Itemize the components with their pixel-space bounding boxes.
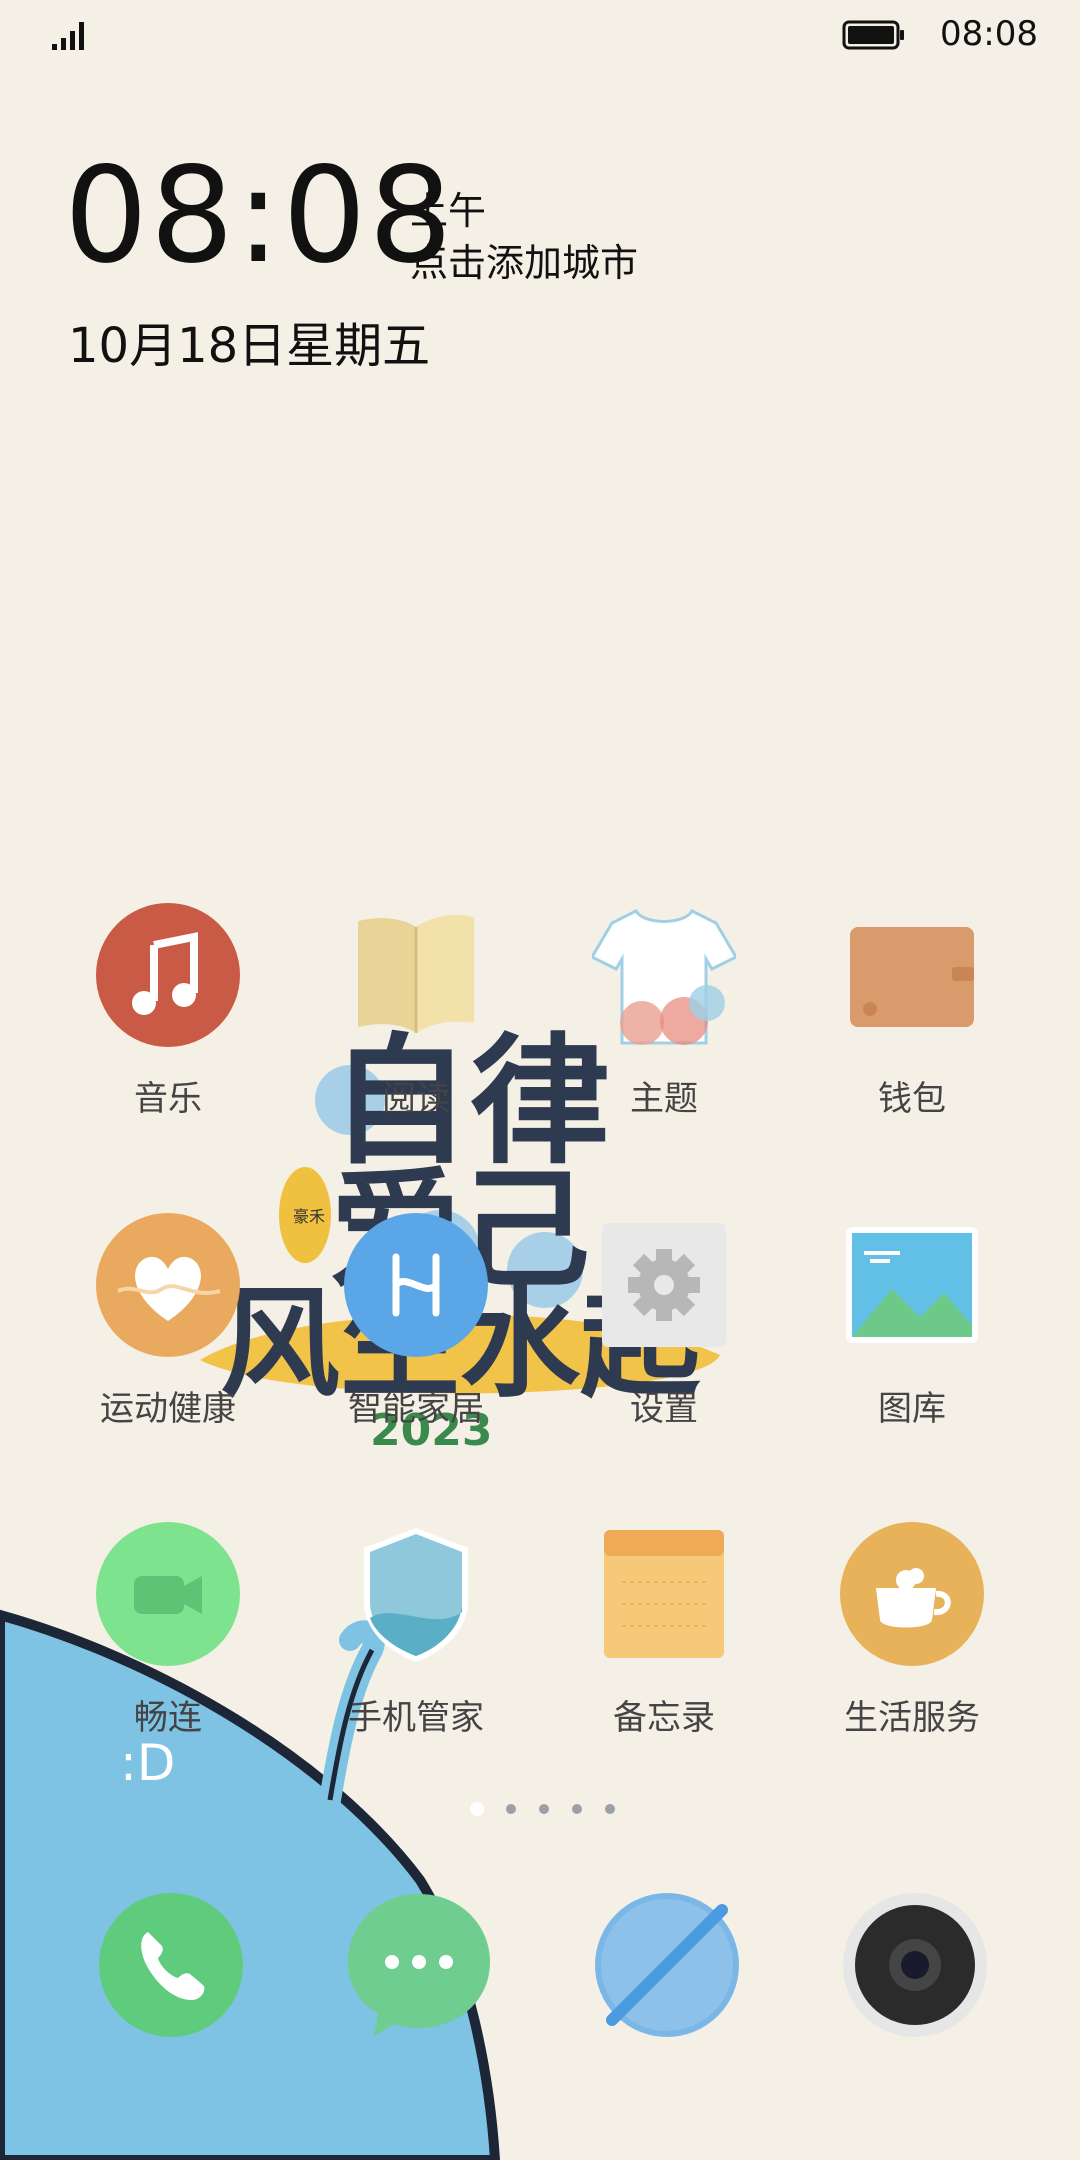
status-time: 08:08: [940, 14, 1038, 54]
app-settings[interactable]: 设置: [554, 1213, 774, 1429]
app-label: 运动健康: [100, 1389, 236, 1429]
app-label: 钱包: [878, 1079, 946, 1119]
svg-text::D: :D: [120, 1734, 175, 1792]
app-label: 设置: [630, 1389, 698, 1429]
app-label: 生活服务: [844, 1698, 980, 1738]
add-city-link[interactable]: 点击添加城市: [410, 232, 638, 287]
status-bar: 08:08: [0, 0, 1080, 70]
signal-icon: [52, 22, 84, 50]
gallery-icon: [846, 1227, 978, 1343]
app-reading[interactable]: 阅读: [306, 903, 526, 1119]
notepad-icon: [604, 1530, 724, 1658]
shield-icon: [364, 1528, 468, 1662]
app-life-services[interactable]: 生活服务: [802, 1522, 1022, 1738]
app-notepad[interactable]: 备忘录: [554, 1522, 774, 1738]
phone-icon[interactable]: [96, 1890, 246, 2040]
page-dot[interactable]: [506, 1804, 516, 1814]
app-label: 主题: [630, 1079, 698, 1119]
app-label: 音乐: [134, 1079, 202, 1119]
book-icon: [358, 914, 474, 1033]
heart-icon: [96, 1213, 240, 1357]
music-icon: [96, 903, 240, 1047]
browser-icon[interactable]: [592, 1890, 742, 2040]
app-label: 备忘录: [613, 1698, 715, 1738]
message-icon[interactable]: [344, 1890, 494, 2040]
page-dot-active[interactable]: [470, 1802, 484, 1816]
page-indicator[interactable]: [0, 1800, 1080, 1820]
app-label: 图库: [878, 1389, 946, 1429]
app-label: 畅连: [134, 1698, 202, 1738]
app-phone-manager[interactable]: 手机管家: [306, 1522, 526, 1738]
page-dot[interactable]: [605, 1804, 615, 1814]
app-wallet[interactable]: 钱包: [802, 903, 1022, 1119]
gear-icon: [602, 1223, 726, 1347]
app-health[interactable]: 运动健康: [58, 1213, 278, 1429]
camera-icon[interactable]: [840, 1890, 990, 2040]
app-gallery[interactable]: 图库: [802, 1213, 1022, 1429]
app-label: 智能家居: [348, 1389, 484, 1429]
app-themes[interactable]: 主题: [554, 903, 774, 1119]
app-meetime[interactable]: 畅连: [58, 1522, 278, 1738]
battery-icon: [842, 20, 904, 50]
smart-home-icon: [344, 1213, 488, 1357]
app-label: 阅读: [382, 1079, 450, 1119]
page-dot[interactable]: [572, 1804, 582, 1814]
video-call-icon: [96, 1522, 240, 1666]
app-smart-home[interactable]: 智能家居: [306, 1213, 526, 1429]
date-label: 10月18日星期五: [68, 318, 431, 374]
page-dot[interactable]: [539, 1804, 549, 1814]
app-music[interactable]: 音乐: [58, 903, 278, 1119]
wallet-icon: [850, 927, 974, 1027]
tshirt-icon: [592, 909, 736, 1045]
am-pm-label: 上午: [410, 189, 487, 233]
coffee-icon: [840, 1522, 984, 1666]
app-label: 手机管家: [348, 1698, 484, 1738]
clock-time: 08:08: [64, 139, 455, 293]
